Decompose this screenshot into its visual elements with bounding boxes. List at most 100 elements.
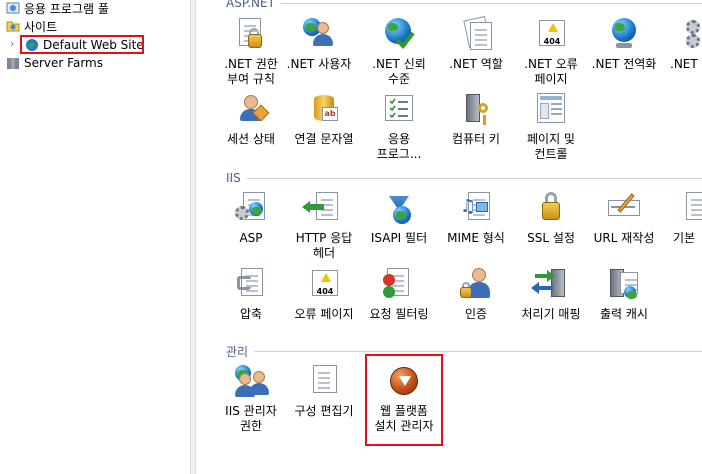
feature-error-pages[interactable]: 404 오류 페이지 xyxy=(289,266,359,322)
feature-label: .NET 사용자 xyxy=(286,57,352,71)
tree-node-sites[interactable]: 사이트 xyxy=(6,17,57,35)
net-trust-levels-icon xyxy=(381,16,417,52)
machine-key-icon xyxy=(458,91,494,127)
chevron-right-icon[interactable]: › xyxy=(10,37,14,50)
feature-iis-manager-permissions[interactable]: IIS 관리자 권한 xyxy=(216,363,286,434)
group-header-aspnet[interactable]: ASP.NET xyxy=(226,0,702,10)
net-users-icon xyxy=(301,16,337,52)
feature-session-state[interactable]: 세션 상태 xyxy=(216,91,286,147)
app-pool-icon xyxy=(6,2,20,14)
group-header-management[interactable]: 관리 xyxy=(226,344,702,359)
feature-label: MIME 형식 xyxy=(447,231,505,245)
feature-ssl-settings[interactable]: SSL 설정 xyxy=(516,190,586,246)
feature-label: IIS 관리자 권한 xyxy=(225,404,277,433)
feature-net-globalization[interactable]: .NET 전역화 xyxy=(589,16,659,72)
tree-node-label: 사이트 xyxy=(24,19,58,34)
feature-label: 오류 페이지 xyxy=(294,307,354,321)
highlight-box xyxy=(20,35,144,54)
feature-label: ISAPI 필터 xyxy=(370,231,428,245)
url-rewrite-icon xyxy=(606,190,642,226)
output-caching-icon xyxy=(606,266,642,302)
group-header-iis[interactable]: IIS xyxy=(226,171,702,185)
feature-label: .NET 역할 xyxy=(449,57,503,71)
group-divider xyxy=(254,350,702,352)
net-globalization-icon xyxy=(606,16,642,52)
feature-authentication[interactable]: 인증 xyxy=(441,266,511,322)
feature-compression[interactable]: 압축 xyxy=(216,266,286,322)
group-divider xyxy=(280,2,702,4)
feature-pages-controls[interactable]: 페이지 및 컨트롤 xyxy=(516,91,586,162)
feature-label: 웹 플랫폼 설치 관리자 xyxy=(374,404,434,433)
server-farm-icon xyxy=(7,58,19,69)
feature-label: 컴퓨터 키 xyxy=(452,132,500,146)
handler-mappings-icon xyxy=(531,266,569,302)
pages-controls-icon xyxy=(533,91,569,127)
feature-default-document[interactable]: 기본 xyxy=(660,190,702,246)
tree-node-label: Server Farms xyxy=(24,56,103,70)
mime-types-icon: ♫ xyxy=(458,190,494,226)
asp-icon xyxy=(233,190,269,226)
isapi-filters-icon xyxy=(381,190,417,226)
feature-handler-mappings[interactable]: 처리기 매핑 xyxy=(516,266,586,322)
feature-label: .NET 컴 xyxy=(670,57,702,71)
tree-node-label: 응용 프로그램 풀 xyxy=(24,1,109,16)
feature-url-rewrite[interactable]: URL 재작성 xyxy=(589,190,659,246)
feature-label: 압축 xyxy=(239,307,263,321)
iis-manager-permissions-icon xyxy=(233,363,269,399)
feature-net-trust-levels[interactable]: .NET 신뢰 수준 xyxy=(364,16,434,87)
compression-icon xyxy=(233,266,269,302)
feature-label: 인증 xyxy=(464,307,488,321)
session-state-icon xyxy=(233,91,270,127)
feature-connection-strings[interactable]: ab 연결 문자열 xyxy=(289,91,359,147)
feature-label: 세션 상태 xyxy=(227,132,275,146)
feature-label: .NET 신뢰 수준 xyxy=(372,57,426,86)
group-divider xyxy=(246,177,702,179)
error-pages-icon: 404 xyxy=(306,266,342,302)
feature-request-filtering[interactable]: 요청 필터링 xyxy=(364,266,434,322)
request-filtering-icon xyxy=(381,266,417,302)
feature-label: 기본 xyxy=(673,231,696,245)
group-label: IIS xyxy=(226,171,241,185)
feature-isapi-filters[interactable]: ISAPI 필터 xyxy=(364,190,434,246)
feature-mime-types[interactable]: ♫ MIME 형식 xyxy=(441,190,511,246)
connections-tree: 응용 프로그램 풀 사이트 › Default Web Site Server … xyxy=(0,0,196,474)
feature-machine-key[interactable]: 컴퓨터 키 xyxy=(441,91,511,147)
application-settings-icon xyxy=(381,91,417,127)
feature-label: 구성 편집기 xyxy=(294,404,354,418)
feature-label: .NET 오류 페이지 xyxy=(524,57,578,86)
net-compilation-icon xyxy=(680,16,702,52)
feature-label: 연결 문자열 xyxy=(294,132,354,146)
feature-http-response-headers[interactable]: HTTP 응답 헤더 xyxy=(289,190,359,261)
feature-label: SSL 설정 xyxy=(527,231,575,245)
feature-label: .NET 권한 부여 규칙 xyxy=(224,57,278,86)
feature-label: HTTP 응답 헤더 xyxy=(295,231,353,260)
feature-label: 출력 캐시 xyxy=(600,307,648,321)
feature-net-compilation[interactable]: .NET 컴 xyxy=(660,16,702,72)
default-document-icon xyxy=(680,190,702,226)
connection-strings-icon: ab xyxy=(306,91,342,127)
feature-net-users[interactable]: .NET 사용자 xyxy=(284,16,354,72)
net-roles-icon xyxy=(458,16,494,52)
feature-asp[interactable]: ASP xyxy=(216,190,286,246)
feature-label: 페이지 및 컨트롤 xyxy=(527,132,575,161)
feature-net-roles[interactable]: .NET 역할 xyxy=(441,16,511,72)
feature-net-authorization[interactable]: .NET 권한 부여 규칙 xyxy=(216,16,286,87)
feature-label: .NET 전역화 xyxy=(591,57,657,71)
feature-web-platform-installer[interactable]: 웹 플랫폼 설치 관리자 xyxy=(365,354,443,446)
tree-node-server-farms[interactable]: Server Farms xyxy=(6,54,103,72)
feature-label: 요청 필터링 xyxy=(369,307,429,321)
feature-application-settings[interactable]: 응용 프로그... xyxy=(364,91,434,162)
net-error-pages-icon: 404 xyxy=(533,16,569,52)
group-label: ASP.NET xyxy=(226,0,275,10)
web-platform-installer-icon xyxy=(386,363,422,399)
folder-icon xyxy=(6,21,20,32)
feature-label: 응용 프로그... xyxy=(376,132,422,161)
feature-net-error-pages[interactable]: 404 .NET 오류 페이지 xyxy=(516,16,586,87)
tree-node-app-pools[interactable]: 응용 프로그램 풀 xyxy=(6,0,109,17)
feature-label: ASP xyxy=(239,231,263,245)
feature-label: URL 재작성 xyxy=(593,231,655,245)
feature-configuration-editor[interactable]: 구성 편집기 xyxy=(289,363,359,419)
group-label: 관리 xyxy=(226,344,249,359)
feature-output-caching[interactable]: 출력 캐시 xyxy=(589,266,659,322)
feature-label: 처리기 매핑 xyxy=(521,307,581,321)
